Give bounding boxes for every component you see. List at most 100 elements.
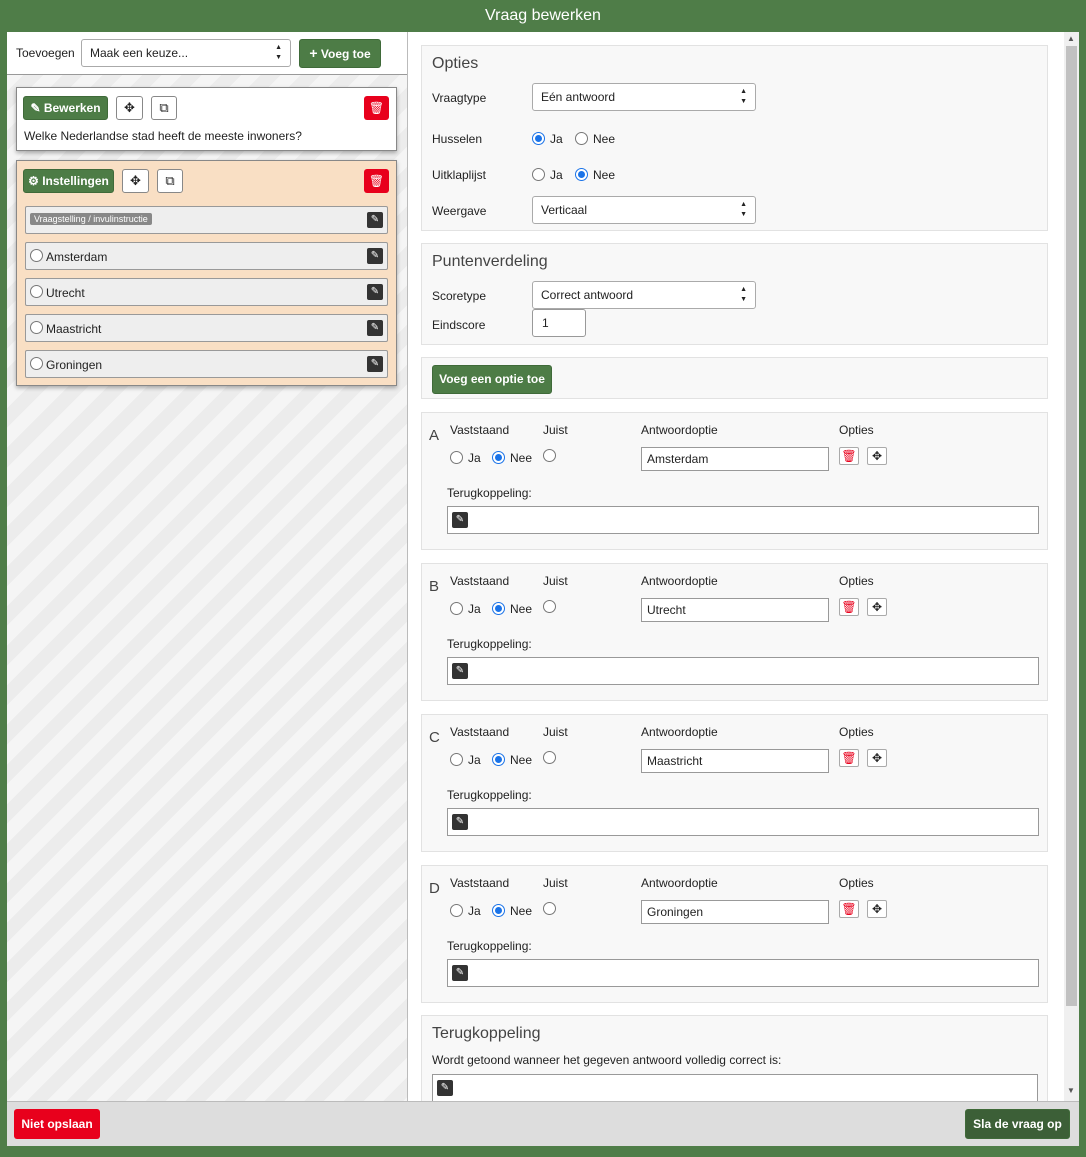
edit-icon[interactable]: ✎ <box>452 663 468 679</box>
opties-heading: Opties <box>432 55 479 72</box>
move-answer-button[interactable]: ✥ <box>867 447 887 465</box>
antwoordoptie-label: Antwoordoptie <box>641 725 718 739</box>
add-element-button[interactable]: + Voeg toe <box>299 39 381 68</box>
add-toolbar: Toevoegen Maak een keuze... + Voeg toe <box>7 32 407 75</box>
antwoordoptie-input[interactable]: Maastricht <box>641 749 829 773</box>
edit-option-icon[interactable]: ✎ <box>367 284 383 300</box>
edit-option-icon[interactable]: ✎ <box>367 320 383 336</box>
delete-answer-button[interactable]: 🗑 <box>839 447 859 465</box>
settings-button[interactable]: ⚙ Instellingen <box>23 169 114 193</box>
juist-radio[interactable] <box>543 751 556 764</box>
edit-icon[interactable]: ✎ <box>452 814 468 830</box>
delete-answer-button[interactable]: 🗑 <box>839 598 859 616</box>
edit-icon[interactable]: ✎ <box>452 512 468 528</box>
edit-option-icon[interactable]: ✎ <box>367 248 383 264</box>
option-label: Groningen <box>46 358 103 372</box>
antwoordoptie-label: Antwoordoptie <box>641 574 718 588</box>
uitklaplijst-ja-label: Ja <box>550 168 563 182</box>
option-radio[interactable] <box>30 249 43 262</box>
delete-question-button[interactable]: 🗑 <box>364 96 389 120</box>
answer-feedback-editor[interactable]: ✎ <box>447 657 1039 685</box>
husselen-nee-radio[interactable] <box>575 132 588 145</box>
edit-option-icon[interactable]: ✎ <box>367 356 383 372</box>
vaststaand-nee-label: Nee <box>510 753 533 767</box>
vaststaand-ja-radio[interactable] <box>450 602 463 615</box>
scoretype-label: Scoretype <box>432 289 487 303</box>
delete-answer-button[interactable]: 🗑 <box>839 749 859 767</box>
vraagtype-label: Vraagtype <box>432 91 487 105</box>
move-icon: ✥ <box>871 902 883 916</box>
uitklaplijst-nee-radio[interactable] <box>575 168 588 181</box>
antwoordoptie-input[interactable]: Utrecht <box>641 598 829 622</box>
edit-icon[interactable]: ✎ <box>452 965 468 981</box>
list-item: Utrecht ✎ <box>25 278 388 306</box>
vaststaand-nee-radio[interactable] <box>492 602 505 615</box>
terugkoppeling-editor[interactable]: ✎ <box>432 1074 1038 1101</box>
save-button[interactable]: Sla de vraag op <box>965 1109 1070 1139</box>
copy-question-button[interactable]: ⧉ <box>151 96 177 120</box>
vaststaand-ja-label: Ja <box>468 451 481 465</box>
uitklaplijst-nee-label: Nee <box>593 168 616 182</box>
juist-radio[interactable] <box>543 600 556 613</box>
move-settings-button[interactable]: ✥ <box>122 169 149 193</box>
answer-letter: C <box>429 729 440 746</box>
answer-feedback-editor[interactable]: ✎ <box>447 808 1039 836</box>
vaststaand-nee-radio[interactable] <box>492 904 505 917</box>
question-text: Welke Nederlandse stad heeft de meeste i… <box>24 129 302 143</box>
move-icon: ✥ <box>871 751 883 765</box>
juist-radio[interactable] <box>543 449 556 462</box>
puntenverdeling-panel: Puntenverdeling Scoretype Correct antwoo… <box>421 243 1048 345</box>
trash-icon: 🗑 <box>841 449 857 463</box>
delete-answer-button[interactable]: 🗑 <box>839 900 859 918</box>
copy-settings-button[interactable]: ⧉ <box>157 169 183 193</box>
edit-icon[interactable]: ✎ <box>437 1080 453 1096</box>
vaststaand-nee-radio[interactable] <box>492 753 505 766</box>
antwoordoptie-label: Antwoordoptie <box>641 876 718 890</box>
scoretype-value: Correct antwoord <box>541 288 634 302</box>
edit-question-button[interactable]: ✎ Bewerken <box>23 96 108 120</box>
scroll-down-icon[interactable]: ▼ <box>1067 1086 1075 1095</box>
antwoordoptie-input[interactable]: Groningen <box>641 900 829 924</box>
trash-icon: 🗑 <box>368 174 385 188</box>
add-option-button[interactable]: Voeg een optie toe <box>432 365 552 394</box>
move-question-button[interactable]: ✥ <box>116 96 143 120</box>
vaststaand-ja-radio[interactable] <box>450 904 463 917</box>
question-card: ✎ Bewerken ✥ ⧉ 🗑 Welke Nederlandse stad … <box>16 87 397 151</box>
vaststaand-ja-radio[interactable] <box>450 451 463 464</box>
vaststaand-ja-radio[interactable] <box>450 753 463 766</box>
antwoordoptie-input[interactable]: Amsterdam <box>641 447 829 471</box>
vaststaand-nee-label: Nee <box>510 451 533 465</box>
scrollbar-thumb[interactable] <box>1066 46 1077 1006</box>
element-type-select[interactable]: Maak een keuze... <box>81 35 291 71</box>
eindscore-input[interactable]: 1 <box>532 309 586 337</box>
vraagtype-select[interactable]: Eén antwoord <box>532 79 756 115</box>
opties-label: Opties <box>839 423 874 437</box>
edit-instruction-icon[interactable]: ✎ <box>367 212 383 228</box>
answer-feedback-editor[interactable]: ✎ <box>447 506 1039 534</box>
terugkoppeling-label: Terugkoppeling: <box>447 939 532 953</box>
vaststaand-label: Vaststaand <box>450 876 510 890</box>
window-title: Vraag bewerken <box>485 7 601 24</box>
husselen-ja-radio[interactable] <box>532 132 545 145</box>
answer-feedback-editor[interactable]: ✎ <box>447 959 1039 987</box>
option-radio[interactable] <box>30 321 43 334</box>
juist-radio[interactable] <box>543 902 556 915</box>
move-answer-button[interactable]: ✥ <box>867 749 887 767</box>
move-icon: ✥ <box>871 600 883 614</box>
option-radio[interactable] <box>30 357 43 370</box>
delete-settings-button[interactable]: 🗑 <box>364 169 389 193</box>
scroll-up-icon[interactable]: ▲ <box>1067 34 1075 43</box>
vaststaand-label: Vaststaand <box>450 725 510 739</box>
scoretype-select[interactable]: Correct antwoord <box>532 277 756 313</box>
move-answer-button[interactable]: ✥ <box>867 900 887 918</box>
scrollbar[interactable]: ▲ ▼ <box>1064 32 1079 1101</box>
uitklaplijst-ja-radio[interactable] <box>532 168 545 181</box>
answer-option-panel: D Vaststaand Juist Antwoordoptie Opties Ja Nee… <box>421 865 1048 1003</box>
weergave-select[interactable]: Verticaal <box>532 192 756 228</box>
option-radio[interactable] <box>30 285 43 298</box>
cancel-button[interactable]: Niet opslaan <box>14 1109 100 1139</box>
terugkoppeling-panel: Terugkoppeling Wordt getoond wanneer het… <box>421 1015 1048 1101</box>
answer-letter: B <box>429 578 440 595</box>
vaststaand-nee-radio[interactable] <box>492 451 505 464</box>
move-answer-button[interactable]: ✥ <box>867 598 887 616</box>
